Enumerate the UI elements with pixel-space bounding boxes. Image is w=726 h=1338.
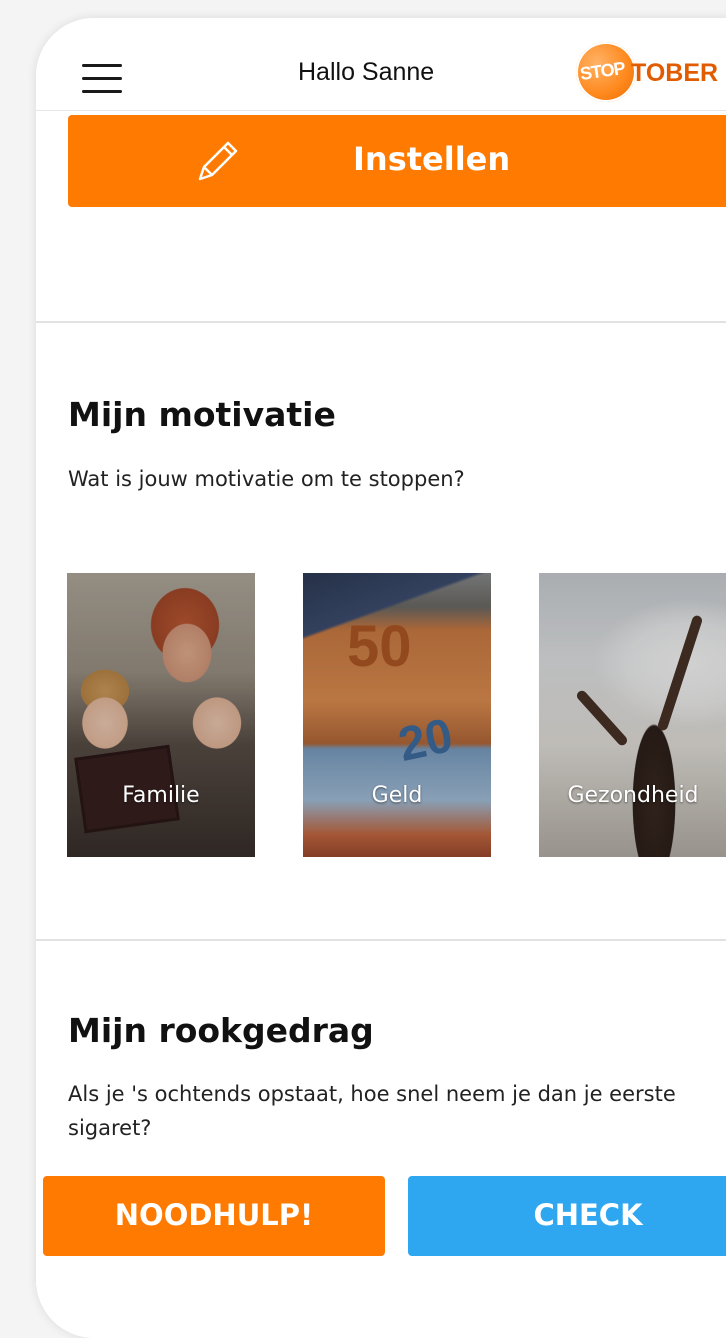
- motivation-option-familie[interactable]: Familie: [67, 573, 255, 857]
- pencil-icon: [198, 141, 238, 181]
- stoptober-logo: STOP TOBER: [576, 42, 726, 104]
- section-divider: [36, 939, 726, 941]
- motivation-option-label: Geld: [371, 783, 423, 808]
- greeting-title: Hallo Sanne: [298, 58, 435, 86]
- smoking-title: Mijn rookgedrag: [68, 1011, 374, 1050]
- check-button[interactable]: CHECK: [408, 1176, 726, 1256]
- motivation-title: Mijn motivatie: [68, 395, 336, 434]
- check-label: CHECK: [533, 1198, 643, 1232]
- emergency-help-label: NOODHULP!: [114, 1198, 314, 1232]
- motivation-option-label: Familie: [122, 783, 200, 808]
- logo-text-tober: TOBER: [631, 59, 719, 87]
- app-header: Hallo Sanne STOP TOBER: [36, 18, 726, 111]
- app-screen: Hallo Sanne STOP TOBER Instellen Mijn mo…: [36, 18, 726, 1338]
- section-divider: [36, 321, 726, 323]
- setup-button-label: Instellen: [353, 140, 511, 178]
- motivation-option-label: Gezondheid: [567, 783, 699, 808]
- setup-button[interactable]: Instellen: [68, 115, 726, 207]
- motivation-question: Wat is jouw motivatie om te stoppen?: [68, 467, 465, 491]
- smoking-question: Als je 's ochtends opstaat, hoe snel nee…: [68, 1082, 676, 1140]
- emergency-help-button[interactable]: NOODHULP!: [43, 1176, 385, 1256]
- motivation-option-geld[interactable]: 50 20 Geld: [303, 573, 491, 857]
- motivation-option-gezondheid[interactable]: Gezondheid: [539, 573, 726, 857]
- hamburger-menu-icon[interactable]: [82, 64, 122, 94]
